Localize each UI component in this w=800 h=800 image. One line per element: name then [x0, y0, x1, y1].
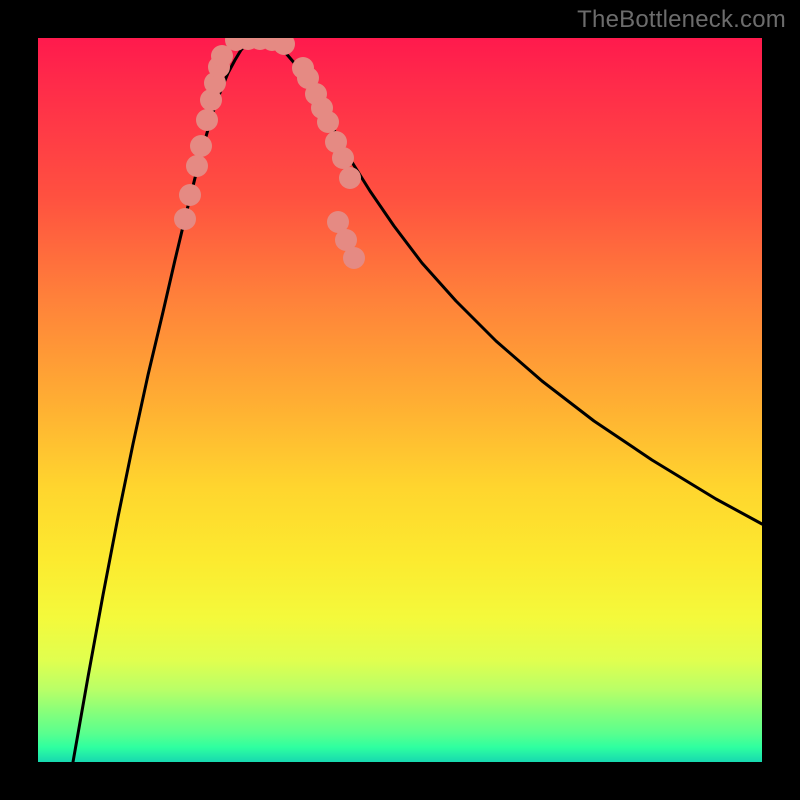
data-dot — [174, 208, 196, 230]
data-dot — [196, 109, 218, 131]
data-dot — [190, 135, 212, 157]
data-dot — [186, 155, 208, 177]
data-dot — [317, 111, 339, 133]
plot-area — [38, 38, 762, 762]
data-dot — [339, 167, 361, 189]
chart-svg — [38, 38, 762, 762]
curve-left-branch — [73, 39, 252, 762]
data-dot — [332, 147, 354, 169]
data-dot — [343, 247, 365, 269]
data-dot — [273, 38, 295, 55]
chart-frame: TheBottleneck.com — [0, 0, 800, 800]
data-dot — [179, 184, 201, 206]
watermark-text: TheBottleneck.com — [577, 6, 786, 34]
